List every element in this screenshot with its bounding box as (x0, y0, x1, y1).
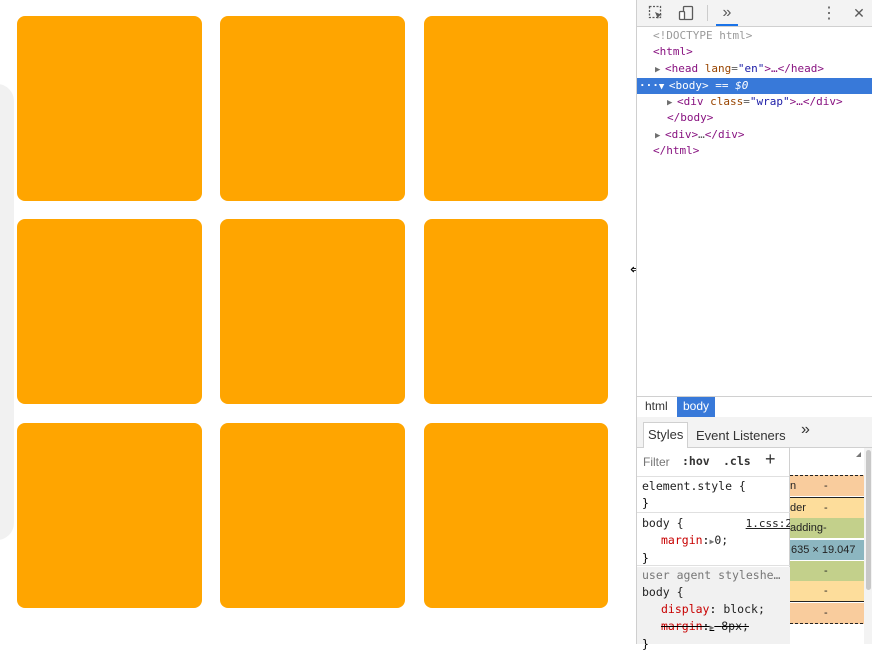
filter-bar: :hov .cls + (637, 448, 789, 477)
more-panes-button[interactable]: » (801, 421, 810, 443)
overridden-margin-declaration[interactable]: margin:▶ 8px; (642, 618, 794, 636)
element-picker-icon[interactable] (645, 2, 667, 24)
dom-doctype[interactable]: <!DOCTYPE html> (637, 28, 872, 44)
devtools-toolbar: » ⋮ ✕ (637, 0, 872, 27)
sidebar-pane-tabs: Styles Event Listeners » (637, 417, 872, 448)
more-tabs-button[interactable]: » (716, 2, 738, 24)
breadcrumb: html body (637, 396, 872, 418)
close-icon[interactable]: ✕ (848, 2, 870, 24)
collapse-triangle-icon[interactable]: ▼ (659, 79, 669, 95)
styles-pane: :hov .cls + element.style { } body { 1.c… (637, 448, 794, 651)
dom-body-node-selected[interactable]: ···▼ <body> == $0 (637, 78, 872, 94)
expand-triangle-icon[interactable]: ▶ (655, 128, 665, 144)
user-agent-rule[interactable]: user agent styleshe… body { display: blo… (637, 567, 794, 651)
body-css-rule[interactable]: body { 1.css:2 margin:▶0; } (637, 515, 794, 566)
box-model-diagram: n - der - adding- 635 × 19.047 - - - (790, 448, 872, 644)
page-viewport: ⟺ (0, 0, 637, 644)
dom-html-open[interactable]: <html> (637, 44, 872, 60)
breadcrumb-html[interactable]: html (639, 397, 674, 417)
page-edge-panel (0, 84, 14, 540)
scrollbar-thumb[interactable] (866, 450, 871, 590)
box-model-border-bottom[interactable]: - (790, 581, 872, 602)
orange-tile (220, 16, 405, 201)
expand-triangle-icon[interactable]: ▶ (667, 95, 677, 111)
orange-tile (220, 219, 405, 404)
orange-tile (17, 423, 202, 608)
resize-grip-icon (856, 452, 861, 457)
box-model-padding[interactable]: adding- (790, 518, 872, 538)
class-toggle[interactable]: .cls (723, 454, 751, 468)
element-style-rule[interactable]: element.style { } (637, 478, 794, 513)
kebab-menu-icon[interactable]: ⋮ (818, 2, 840, 24)
devtools-panel: » ⋮ ✕ <!DOCTYPE html> <html> ▶ <head lang… (636, 0, 872, 651)
dom-head-node[interactable]: ▶ <head lang="en">…</head> (637, 61, 872, 77)
dom-div-wrap-node[interactable]: ▶ <div class="wrap">…</div> (637, 94, 872, 110)
box-model-padding-bottom[interactable]: - (790, 561, 872, 581)
stylesheet-link[interactable]: 1.css:2 (746, 515, 792, 532)
box-model-margin-bottom[interactable]: - (790, 603, 872, 624)
box-model-content[interactable]: 635 × 19.047 (790, 540, 872, 560)
orange-tile (424, 423, 608, 608)
box-model-border[interactable]: der - (790, 497, 872, 518)
tab-styles[interactable]: Styles (643, 422, 689, 448)
breadcrumb-body[interactable]: body (677, 397, 716, 417)
add-rule-button[interactable]: + (765, 449, 776, 470)
device-toggle-icon[interactable] (675, 2, 697, 24)
tab-event-listeners[interactable]: Event Listeners (696, 427, 786, 449)
orange-tile (424, 219, 608, 404)
orange-tile (220, 423, 405, 608)
dom-body-close[interactable]: </body> (637, 110, 872, 126)
toolbar-separator (707, 5, 708, 21)
active-tab-indicator (716, 24, 738, 26)
dom-div-node[interactable]: ▶ <div>…</div> (637, 127, 872, 143)
orange-tile (17, 16, 202, 201)
dom-html-close[interactable]: </html> (637, 143, 872, 159)
box-model-margin[interactable]: n - (790, 475, 872, 496)
orange-tile (424, 16, 608, 201)
margin-declaration[interactable]: margin:▶0; (642, 532, 794, 550)
orange-tile (17, 219, 202, 404)
hover-state-toggle[interactable]: :hov (682, 454, 710, 468)
box-model-scrollbar[interactable] (864, 448, 872, 644)
dom-tree: <!DOCTYPE html> <html> ▶ <head lang="en">… (637, 27, 872, 397)
expand-triangle-icon[interactable]: ▶ (655, 62, 665, 78)
filter-input[interactable] (641, 453, 681, 471)
display-declaration[interactable]: display: block; (642, 601, 794, 618)
